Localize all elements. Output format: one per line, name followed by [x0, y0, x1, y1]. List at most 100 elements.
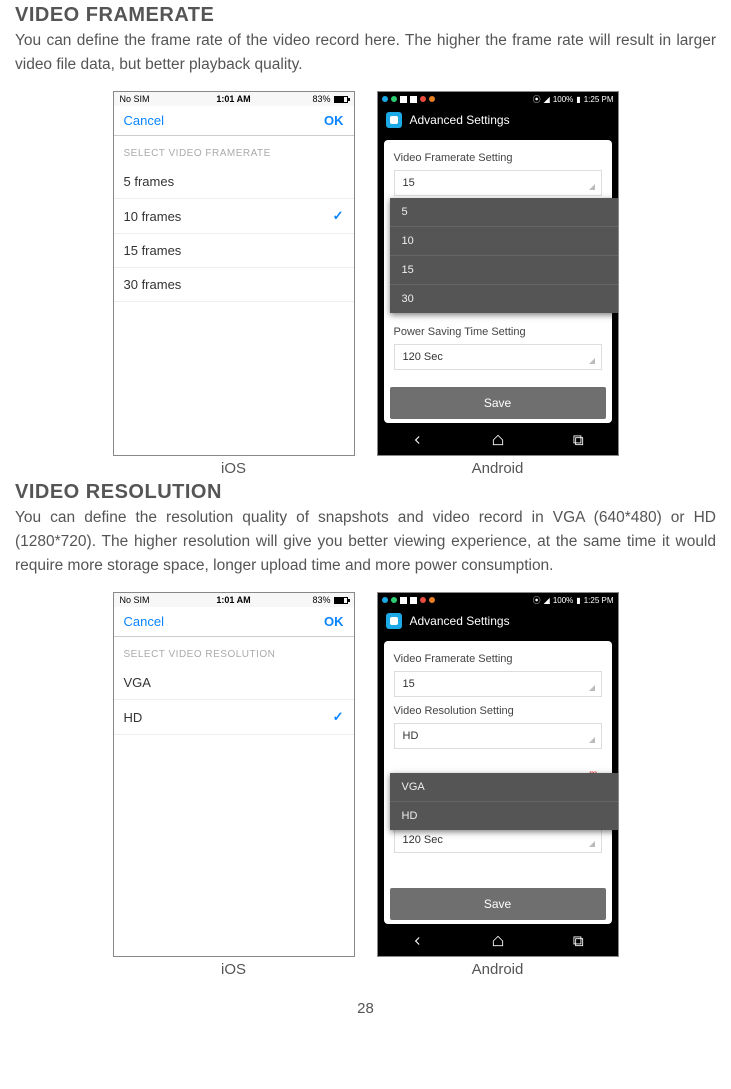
android-screenshot-framerate: ⦿ ◢ 100% ▮ 1:25 PM Advanced Settings Vid…	[377, 91, 619, 477]
resolution-spinner[interactable]: HD	[394, 723, 602, 749]
recent-icon[interactable]	[571, 934, 585, 953]
back-icon[interactable]	[411, 433, 425, 452]
recent-icon[interactable]	[571, 433, 585, 452]
framerate-spinner[interactable]: 15	[394, 170, 602, 196]
status-dot-icon	[429, 96, 435, 102]
dropdown-item[interactable]: HD	[390, 802, 619, 830]
settings-card: Video Framerate Setting 15 5 10 15 30 Po…	[384, 140, 612, 423]
status-dot-icon	[391, 597, 397, 603]
status-dot-icon	[391, 96, 397, 102]
save-button[interactable]: Save	[390, 387, 606, 419]
powersave-spinner[interactable]: 120 Sec	[394, 344, 602, 370]
list-item-label: 5 frames	[124, 174, 175, 189]
ios-status-bar: No SIM 1:01 AM 83%	[114, 593, 354, 607]
android-nav-bar	[378, 930, 618, 956]
cancel-button[interactable]: Cancel	[124, 614, 164, 629]
list-item[interactable]: 10 frames ✓	[114, 199, 354, 234]
dropdown-item[interactable]: 30	[390, 285, 619, 313]
home-icon[interactable]	[491, 934, 505, 953]
ios-status-time: 1:01 AM	[114, 595, 354, 605]
signal-icon: ◢	[544, 596, 550, 605]
ios-status-bar: No SIM 1:01 AM 83%	[114, 92, 354, 106]
battery-icon	[334, 96, 348, 103]
screenshot-row-resolution: No SIM 1:01 AM 83% Cancel OK SELECT VIDE…	[15, 592, 716, 978]
resolution-dropdown: VGA HD	[390, 773, 619, 830]
paragraph-resolution: You can define the resolution quality of…	[15, 506, 716, 578]
status-time: 1:25 PM	[584, 95, 614, 104]
field-label: Video Framerate Setting	[394, 152, 602, 164]
list-item[interactable]: 5 frames	[114, 165, 354, 199]
battery-pct: 100%	[553, 596, 573, 605]
framerate-dropdown: 5 10 15 30	[390, 198, 619, 313]
status-dot-icon	[382, 597, 388, 603]
field-label: Video Resolution Setting	[394, 705, 602, 717]
ok-button[interactable]: OK	[324, 113, 344, 128]
app-icon	[386, 613, 402, 629]
page-number: 28	[15, 1000, 716, 1017]
cancel-button[interactable]: Cancel	[124, 113, 164, 128]
battery-pct: 100%	[553, 95, 573, 104]
screenshot-row-framerate: No SIM 1:01 AM 83% Cancel OK SELECT VIDE…	[15, 91, 716, 477]
list-item-label: HD	[124, 710, 143, 725]
status-dot-icon	[420, 96, 426, 102]
ios-screenshot-resolution: No SIM 1:01 AM 83% Cancel OK SELECT VIDE…	[113, 592, 355, 978]
list-item-label: 30 frames	[124, 277, 182, 292]
dropdown-item[interactable]: 5	[390, 198, 619, 227]
list-item-label: 10 frames	[124, 209, 182, 224]
appbar-title: Advanced Settings	[410, 113, 510, 127]
caption-android: Android	[377, 961, 619, 978]
android-appbar: Advanced Settings	[378, 106, 618, 134]
battery-icon: ▮	[576, 95, 580, 104]
caption-ios: iOS	[113, 460, 355, 477]
android-status-bar: ⦿ ◢ 100% ▮ 1:25 PM	[378, 92, 618, 106]
battery-icon	[334, 597, 348, 604]
signal-icon: ◢	[544, 95, 550, 104]
list-item[interactable]: 15 frames	[114, 234, 354, 268]
dropdown-item[interactable]: 15	[390, 256, 619, 285]
status-icon	[410, 597, 417, 604]
wifi-icon: ⦿	[533, 94, 541, 105]
field-label: Power Saving Time Setting	[394, 326, 602, 338]
ios-navbar: Cancel OK	[114, 106, 354, 136]
back-icon[interactable]	[411, 934, 425, 953]
home-icon[interactable]	[491, 433, 505, 452]
ios-navbar: Cancel OK	[114, 607, 354, 637]
status-icon	[400, 96, 407, 103]
save-button[interactable]: Save	[390, 888, 606, 920]
list-item[interactable]: 30 frames	[114, 268, 354, 302]
caption-ios: iOS	[113, 961, 355, 978]
status-dot-icon	[420, 597, 426, 603]
list-item-label: 15 frames	[124, 243, 182, 258]
ios-screenshot-framerate: No SIM 1:01 AM 83% Cancel OK SELECT VIDE…	[113, 91, 355, 477]
checkmark-icon: ✓	[333, 208, 344, 224]
status-dot-icon	[382, 96, 388, 102]
caption-android: Android	[377, 460, 619, 477]
status-icon	[410, 96, 417, 103]
field-label: Video Framerate Setting	[394, 653, 602, 665]
android-status-bar: ⦿ ◢ 100% ▮ 1:25 PM	[378, 593, 618, 607]
app-icon	[386, 112, 402, 128]
wifi-icon: ⦿	[533, 595, 541, 606]
status-dot-icon	[429, 597, 435, 603]
ios-section-header: SELECT VIDEO FRAMERATE	[114, 136, 354, 165]
powersave-spinner[interactable]: 120 Sec	[394, 827, 602, 853]
settings-card: Video Framerate Setting 15 Video Resolut…	[384, 641, 612, 924]
list-item[interactable]: VGA	[114, 666, 354, 700]
list-item[interactable]: HD ✓	[114, 700, 354, 735]
heading-video-framerate: VIDEO FRAMERATE	[15, 4, 716, 27]
status-icon	[400, 597, 407, 604]
checkmark-icon: ✓	[333, 709, 344, 725]
heading-video-resolution: VIDEO RESOLUTION	[15, 481, 716, 504]
dropdown-item[interactable]: 10	[390, 227, 619, 256]
android-appbar: Advanced Settings	[378, 607, 618, 635]
framerate-spinner[interactable]: 15	[394, 671, 602, 697]
status-time: 1:25 PM	[584, 596, 614, 605]
battery-icon: ▮	[576, 596, 580, 605]
android-nav-bar	[378, 429, 618, 455]
dropdown-item[interactable]: VGA	[390, 773, 619, 802]
ios-section-header: SELECT VIDEO RESOLUTION	[114, 637, 354, 666]
android-screenshot-resolution: ⦿ ◢ 100% ▮ 1:25 PM Advanced Settings Vid…	[377, 592, 619, 978]
ios-status-time: 1:01 AM	[114, 94, 354, 104]
ok-button[interactable]: OK	[324, 614, 344, 629]
appbar-title: Advanced Settings	[410, 614, 510, 628]
